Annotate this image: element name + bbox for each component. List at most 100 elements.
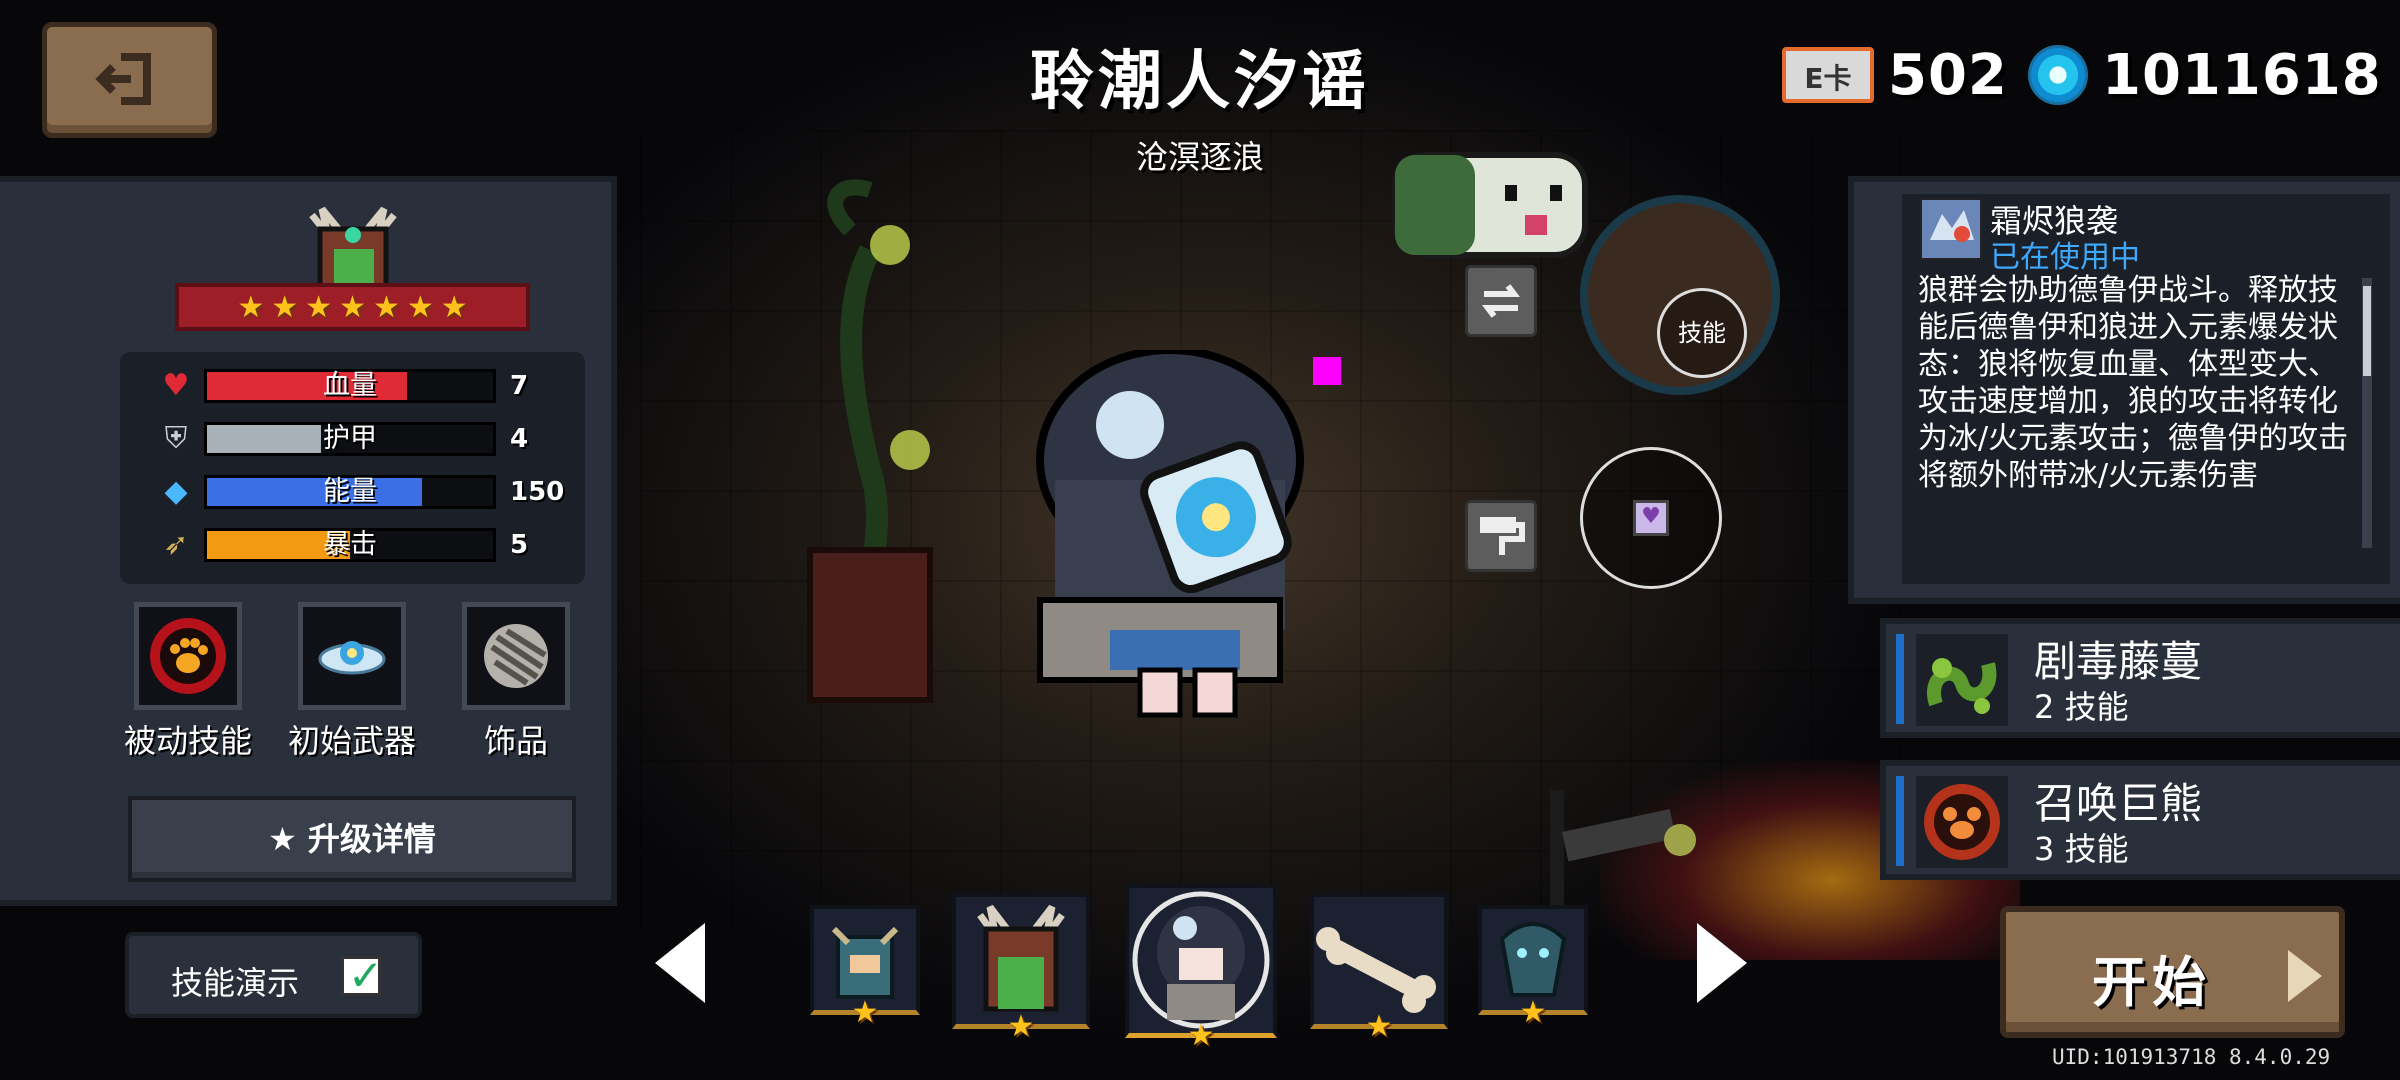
star-icon: ★ bbox=[440, 289, 468, 325]
shield-icon: ⛨ bbox=[164, 421, 188, 456]
arrow-right-icon bbox=[1697, 923, 1747, 1003]
skill-item-name: 剧毒藤蔓 bbox=[2034, 637, 2203, 686]
scrollbar-thumb[interactable] bbox=[2363, 286, 2371, 376]
starting-weapon-label: 初始武器 bbox=[287, 722, 416, 760]
upgrade-details-button[interactable]: ★ 升级详情 bbox=[128, 796, 576, 882]
health-label: 血量 bbox=[323, 370, 377, 401]
stat-energy: ◆ 能量 150 bbox=[156, 474, 570, 510]
start-button[interactable]: 开始 bbox=[2000, 906, 2345, 1038]
star-icon: ★ bbox=[851, 995, 879, 1030]
skill-item-sub: 3 技能 bbox=[2034, 830, 2129, 868]
accessory-label: 饰品 bbox=[483, 722, 548, 760]
stat-health: ♥ 血量 7 bbox=[156, 368, 570, 404]
star-icon: ★ bbox=[1187, 1018, 1215, 1053]
character-avatar bbox=[1316, 927, 1436, 1013]
skill-item-accent bbox=[1896, 776, 1904, 866]
energy-bar: 能量 bbox=[204, 475, 496, 509]
cards-count: 502 bbox=[1888, 42, 2008, 108]
character-card-5[interactable]: ★ bbox=[1478, 905, 1588, 1030]
skill-item-summon-bear[interactable]: 召唤巨熊 3 技能 bbox=[1880, 760, 2400, 880]
star-icon: ★ bbox=[339, 289, 366, 325]
next-character-arrow[interactable] bbox=[1692, 918, 1752, 1008]
character-sprite bbox=[1010, 346, 1350, 730]
character-avatar bbox=[831, 926, 899, 999]
skill-description: 狼群会协助德鲁伊战斗。释放技能后德鲁伊和狼进入元素爆发状态：狼将恢复血量、体型变… bbox=[1918, 273, 2349, 493]
star-icon: ★ bbox=[1519, 995, 1547, 1030]
gem-icon bbox=[2028, 45, 2088, 105]
skill-wolf-icon bbox=[1920, 198, 1982, 260]
armor-value: 4 bbox=[510, 424, 529, 454]
card-icon: E卡 bbox=[1782, 47, 1874, 103]
emote-button[interactable]: ♥ bbox=[1580, 447, 1722, 589]
skin-subtitle: 沧溟逐浪 bbox=[1135, 138, 1264, 176]
crit-label: 暴击 bbox=[323, 529, 377, 560]
heart-emote-icon: ♥ bbox=[1633, 500, 1669, 536]
check-icon: ✓ bbox=[348, 951, 384, 1000]
weapon-icon bbox=[318, 641, 386, 675]
skill-item-poison-vine[interactable]: 剧毒藤蔓 2 技能 bbox=[1880, 618, 2400, 738]
health-value: 7 bbox=[510, 371, 529, 401]
prev-character-arrow[interactable] bbox=[650, 918, 710, 1008]
exit-button[interactable] bbox=[42, 22, 217, 138]
star-icon: ★ bbox=[372, 289, 400, 325]
character-avatar bbox=[1132, 891, 1270, 1029]
swap-icon bbox=[1482, 284, 1520, 318]
armor-bar: 护甲 bbox=[204, 422, 496, 456]
gems-count: 1011618 bbox=[2102, 42, 2382, 108]
starting-weapon-slot[interactable] bbox=[298, 602, 406, 710]
stat-crit: ➶ 暴击 5 bbox=[156, 527, 570, 563]
passive-skill-label: 被动技能 bbox=[123, 722, 252, 760]
crit-bar: 暴击 bbox=[204, 528, 496, 562]
character-portrait bbox=[300, 205, 406, 295]
energy-label: 能量 bbox=[323, 476, 377, 507]
paw-icon bbox=[150, 618, 226, 694]
accessory-slot[interactable] bbox=[462, 602, 570, 710]
bear-icon bbox=[1916, 776, 2008, 868]
skill-demo-toggle[interactable]: 技能演示 ✓ bbox=[125, 932, 422, 1018]
star-icon: ★ bbox=[305, 289, 333, 325]
skill-item-accent bbox=[1896, 634, 1904, 724]
star-ribbon: ★ ★ ★ ★ ★ ★ ★ bbox=[175, 283, 530, 331]
armor-label: 护甲 bbox=[323, 423, 377, 454]
character-card-1[interactable]: ★ bbox=[810, 905, 920, 1030]
star-icon: ★ bbox=[406, 289, 434, 325]
energy-icon: ◆ bbox=[164, 474, 188, 509]
skill-demo-label: 技能演示 bbox=[171, 964, 300, 1002]
vine-icon bbox=[1916, 634, 2008, 726]
play-arrow-icon bbox=[2288, 950, 2322, 1002]
skill-item-sub: 2 技能 bbox=[2034, 688, 2129, 726]
skill-demo-checkbox[interactable]: ✓ bbox=[341, 951, 383, 1000]
energy-value: 150 bbox=[510, 477, 565, 507]
uid-version-text: UID:101913718 8.4.0.29 bbox=[2052, 1045, 2331, 1069]
skill-item-name: 召唤巨熊 bbox=[2034, 779, 2203, 828]
character-card-2[interactable]: ★ bbox=[952, 893, 1090, 1044]
skill-status: 已在使用中 bbox=[1990, 240, 2140, 275]
stats-box: ♥ 血量 7 ⛨ 护甲 4 ◆ 能量 150 ➶ 暴击 5 bbox=[120, 352, 585, 584]
character-avatar bbox=[1499, 922, 1567, 997]
character-card-4[interactable]: ★ bbox=[1310, 893, 1448, 1044]
gems-currency: 1011618 bbox=[2028, 40, 2382, 110]
swap-button[interactable] bbox=[1465, 265, 1537, 337]
description-scrollbar[interactable] bbox=[2362, 278, 2372, 548]
paint-roller-icon bbox=[1480, 517, 1525, 555]
accessory-icon bbox=[484, 624, 548, 688]
skill-circle-button[interactable]: 技能 bbox=[1657, 288, 1747, 378]
star-icon: ★ bbox=[271, 289, 299, 325]
star-icon: ★ bbox=[1007, 1009, 1035, 1044]
star-icon: ★ bbox=[1365, 1009, 1393, 1044]
exit-icon bbox=[95, 53, 151, 105]
paint-button[interactable] bbox=[1465, 500, 1537, 572]
character-title: 聆潮人汐谣 bbox=[1030, 45, 1370, 119]
passive-skill-slot[interactable] bbox=[134, 602, 242, 710]
character-card-selected[interactable]: ★ bbox=[1125, 884, 1277, 1053]
marker bbox=[1313, 357, 1341, 385]
potted-plant bbox=[780, 170, 960, 710]
character-avatar bbox=[977, 904, 1065, 1012]
cards-currency: E卡 502 bbox=[1782, 40, 2008, 110]
health-bar: 血量 bbox=[204, 369, 496, 403]
arrow-left-icon bbox=[655, 923, 705, 1003]
start-label: 开始 bbox=[2092, 951, 2212, 1014]
crit-icon: ➶ bbox=[163, 527, 189, 562]
crit-value: 5 bbox=[510, 530, 529, 560]
skill-circle-label: 技能 bbox=[1678, 319, 1726, 347]
